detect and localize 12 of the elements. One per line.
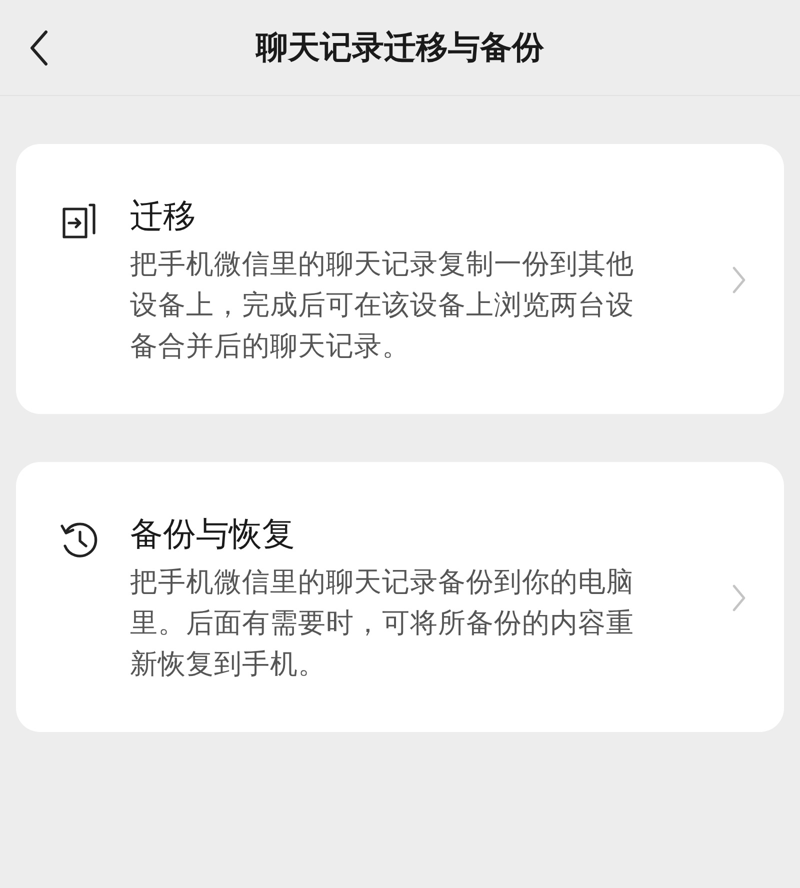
option-card[interactable]: 迁移 把手机微信里的聊天记录复制一份到其他设备上，完成后可在该设备上浏览两台设备合并后的聊天记录。 (16, 144, 784, 414)
option-description: 把手机微信里的聊天记录备份到你的电脑里。后面有需要时，可将所备份的内容重新恢复到手机。 (130, 565, 635, 682)
option-title: 备份与恢复 (130, 513, 295, 555)
history-icon (60, 520, 100, 560)
back-icon[interactable] (29, 30, 49, 66)
chevron-right-icon (732, 266, 746, 294)
option-description: 把手机微信里的聊天记录复制一份到其他设备上，完成后可在该设备上浏览两台设备合并后的聊天记录。 (130, 247, 635, 364)
option-card[interactable]: 备份与恢复 把手机微信里的聊天记录备份到你的电脑里。后面有需要时，可将所备份的内容重新恢复到手机。 (16, 462, 784, 732)
chevron-right-icon (732, 584, 746, 612)
option-title: 迁移 (130, 195, 196, 237)
import-icon (60, 202, 98, 240)
page-title: 聊天记录迁移与备份 (256, 26, 544, 68)
